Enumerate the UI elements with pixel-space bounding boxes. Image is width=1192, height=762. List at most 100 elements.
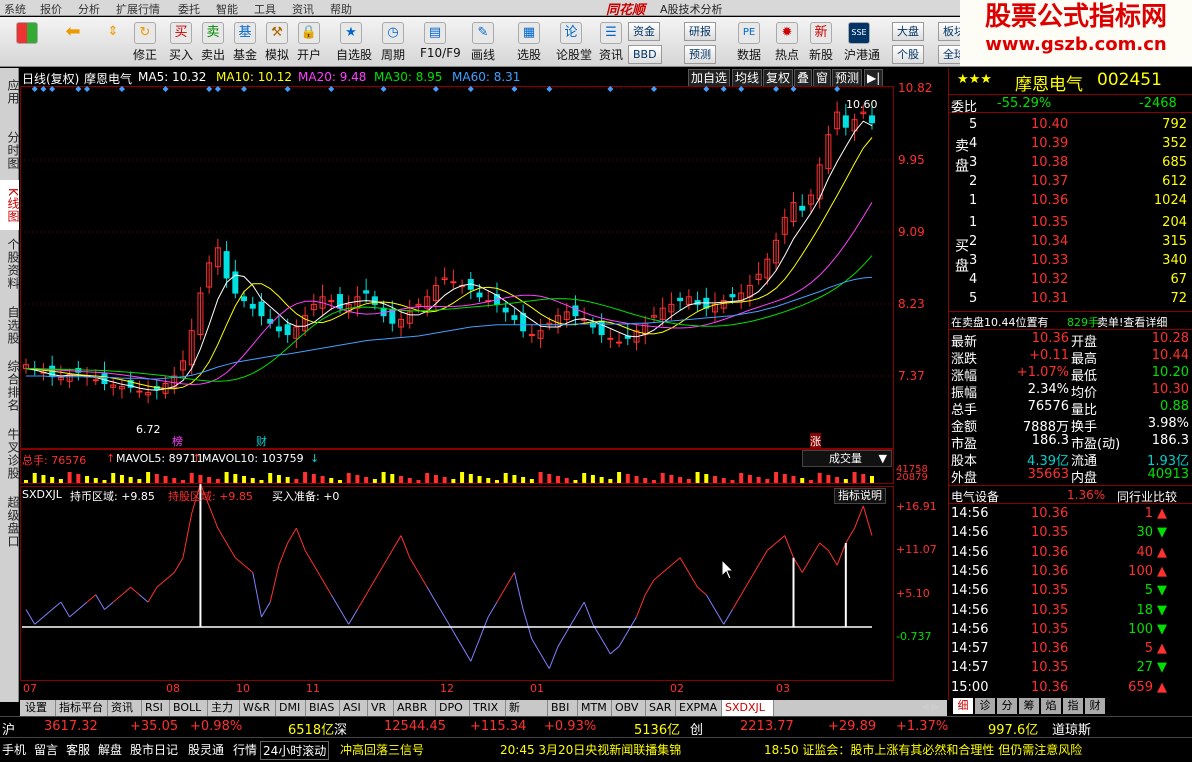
status-item[interactable]: 股市日记: [130, 741, 178, 758]
buy-level-row[interactable]: 4 10.32 67: [949, 271, 1192, 290]
tab-设置[interactable]: 设置: [22, 700, 56, 716]
back-button[interactable]: ⬅: [58, 19, 88, 65]
window-button[interactable]: 窗: [813, 69, 832, 87]
tab-rsi[interactable]: RSI: [142, 700, 170, 716]
menu-analysis[interactable]: 分析: [78, 1, 100, 17]
status-item[interactable]: 行情: [233, 741, 257, 758]
kline-chart-area[interactable]: 日线(复权) 摩恩电气 MA5: 10.32 MA10: 10.12 MA20:…: [20, 68, 947, 700]
quote-tab[interactable]: 诊: [975, 698, 995, 714]
buy-level-row[interactable]: 3 10.33 340: [949, 252, 1192, 271]
overlay-button[interactable]: 叠: [794, 69, 813, 87]
sector-name[interactable]: 电气设备: [951, 488, 999, 505]
open-account-button[interactable]: 🔒 开户: [294, 19, 324, 65]
stock-button[interactable]: 个股: [892, 45, 924, 64]
volume-selector[interactable]: 成交量 ▼: [802, 450, 892, 467]
dj-label[interactable]: 道琼斯: [1052, 719, 1091, 738]
tab-bbi[interactable]: BBI: [548, 700, 578, 716]
menu-news[interactable]: 资讯: [292, 1, 314, 17]
nav-kline[interactable]: K线图: [0, 180, 20, 230]
menu-help[interactable]: 帮助: [330, 1, 352, 17]
nav-intraday[interactable]: 分时图: [0, 122, 20, 178]
period-button[interactable]: ◷ 周期: [378, 19, 408, 65]
tab-新dma[interactable]: 新DMA: [506, 700, 548, 730]
news-ticker-3[interactable]: 18:50 证监会：股市上涨有其必然和合理性 但仍需注意风险: [764, 741, 1082, 758]
nav-watchlist[interactable]: 自选股: [0, 300, 20, 350]
watchlist-button[interactable]: ★ 自选股: [336, 19, 372, 65]
menu-smart[interactable]: 智能: [216, 1, 238, 17]
tab-w&r[interactable]: W&R: [240, 700, 276, 716]
tab-obv[interactable]: OBV: [612, 700, 646, 716]
adjust-button[interactable]: 复权: [763, 69, 794, 87]
quote-tab[interactable]: 细: [953, 698, 973, 714]
quote-tab[interactable]: 焰: [1041, 698, 1061, 714]
tab-expma[interactable]: EXPMA: [676, 700, 722, 716]
market-button[interactable]: 大盘: [892, 22, 924, 41]
tab-trix[interactable]: TRIX: [470, 700, 506, 716]
tab-scroll-arrows-icon[interactable]: ◀ ▶: [913, 700, 947, 716]
nav-apps[interactable]: 应用: [0, 72, 20, 112]
fund-button[interactable]: 基基金: [230, 19, 260, 65]
menu-quote[interactable]: 报价: [40, 1, 62, 17]
tab-mtm[interactable]: MTM: [578, 700, 612, 716]
quote-tab[interactable]: 财: [1085, 698, 1105, 714]
nav-profile[interactable]: 个股资料: [0, 234, 20, 294]
menu-system[interactable]: 系统: [4, 1, 26, 17]
add-watch-button[interactable]: 加自选: [688, 69, 731, 87]
sell-level-row[interactable]: 5 10.40 792: [949, 116, 1192, 135]
refresh-button[interactable]: ↻ 修正: [130, 19, 160, 65]
tab-sar[interactable]: SAR: [646, 700, 676, 716]
tab-指标平台[interactable]: 指标平台: [56, 700, 108, 716]
status-item[interactable]: 股灵通: [188, 741, 224, 758]
updown-button[interactable]: ⇕: [98, 19, 128, 65]
status-item[interactable]: 解盘: [98, 741, 122, 758]
data-button[interactable]: PE 数据: [734, 19, 764, 65]
capital-button[interactable]: 资金: [628, 22, 660, 41]
sell-level-row[interactable]: 1 10.36 1024: [949, 192, 1192, 211]
sell-level-row[interactable]: 2 10.37 612: [949, 173, 1192, 192]
news-button[interactable]: ☰ 资讯: [596, 19, 626, 65]
forum-button[interactable]: 论论股堂: [556, 19, 592, 65]
quote-tab[interactable]: 指: [1063, 698, 1083, 714]
tab-资讯[interactable]: 资讯: [108, 700, 142, 716]
quote-tab[interactable]: 分: [997, 698, 1017, 714]
menu-tools[interactable]: 工具: [254, 1, 276, 17]
buy-button[interactable]: 买买入: [166, 19, 196, 65]
buy-level-row[interactable]: 2 10.34 315: [949, 233, 1192, 252]
forecast-chart-button[interactable]: 预测: [832, 69, 863, 87]
sell-button[interactable]: 卖卖出: [198, 19, 228, 65]
tab-asi[interactable]: ASI: [340, 700, 368, 716]
buy-level-row[interactable]: 5 10.31 72: [949, 290, 1192, 309]
layout-button[interactable]: [12, 19, 42, 65]
sell-level-row[interactable]: 4 10.39 352: [949, 135, 1192, 154]
tab-bias[interactable]: BIAS: [306, 700, 340, 716]
tab-dmi[interactable]: DMI: [276, 700, 306, 716]
screener-button[interactable]: ▦ 选股: [514, 19, 544, 65]
draw-button[interactable]: ✎ 画线: [468, 19, 498, 65]
big-order-notice[interactable]: 在卖盘10.44位置有 829手 卖单!查看详细: [949, 311, 1192, 330]
nav-ranking[interactable]: 综合排名: [0, 356, 20, 416]
hk-connect-button[interactable]: SSE 沪港通: [844, 19, 880, 65]
tab-sxdxjl[interactable]: SXDXJL: [722, 700, 774, 716]
ipo-button[interactable]: 新新股: [806, 19, 836, 65]
expand-icon[interactable]: ▶|: [864, 69, 884, 87]
menu-extended[interactable]: 扩展行情: [116, 1, 160, 17]
f10-button[interactable]: ▤ F10/F9: [420, 19, 461, 65]
cy-label[interactable]: 创: [690, 719, 703, 738]
buy-level-row[interactable]: 1 10.35 204: [949, 214, 1192, 233]
status-item[interactable]: 留言: [34, 741, 58, 758]
status-item[interactable]: 客服: [66, 741, 90, 758]
news-ticker-1[interactable]: 冲高回落三信号: [340, 741, 424, 758]
nav-diagnosis[interactable]: 牛叉诊股: [0, 424, 20, 484]
event-mark-rank[interactable]: 榜: [172, 433, 183, 449]
sell-level-row[interactable]: 3 10.38 685: [949, 154, 1192, 173]
sector-compare-button[interactable]: 同行业比较: [1117, 488, 1177, 505]
scroll-news-button[interactable]: 24小时滚动: [260, 741, 330, 760]
news-ticker-2[interactable]: 20:45 3月20日央视新闻联播集锦: [500, 741, 681, 758]
indicator-help-button[interactable]: 指标说明: [834, 488, 886, 504]
hot-button[interactable]: ✹ 热点: [772, 19, 802, 65]
ma-button[interactable]: 均线: [732, 69, 763, 87]
quote-tab[interactable]: 筹: [1019, 698, 1039, 714]
event-mark-limit-up[interactable]: 涨: [810, 433, 821, 449]
research-button[interactable]: 研报: [684, 22, 716, 41]
sz-label[interactable]: 深: [334, 719, 347, 738]
